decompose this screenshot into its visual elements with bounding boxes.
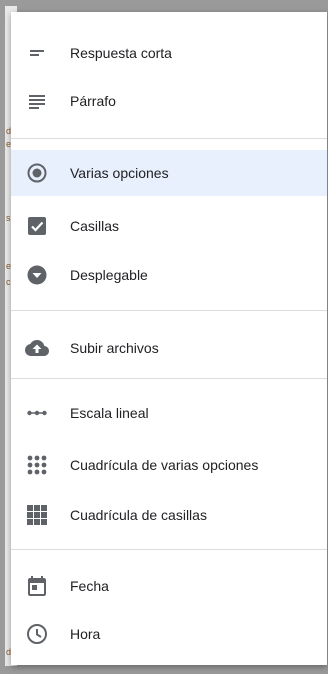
paragraph-icon <box>25 89 49 113</box>
divider <box>11 549 327 550</box>
background-fragment: s <box>6 213 11 223</box>
menu-item-label: Subir archivos <box>70 340 159 356</box>
background-fragment: c <box>6 277 11 287</box>
menu-item-paragraph[interactable]: Párrafo <box>11 78 327 124</box>
menu-item-label: Párrafo <box>70 93 116 109</box>
checkbox-icon <box>25 214 49 238</box>
question-type-menu: Respuesta corta Párrafo Varias opciones … <box>11 12 327 665</box>
menu-item-label: Hora <box>70 626 101 642</box>
short-answer-icon <box>25 41 49 65</box>
menu-item-label: Cuadrícula de casillas <box>70 507 207 523</box>
dots-grid-icon <box>25 453 49 477</box>
divider <box>11 378 327 379</box>
menu-item-checkbox-grid[interactable]: Cuadrícula de casillas <box>11 492 327 538</box>
calendar-icon <box>25 574 49 598</box>
menu-item-label: Cuadrícula de varias opciones <box>70 457 259 473</box>
menu-item-label: Desplegable <box>70 267 148 283</box>
menu-item-label: Respuesta corta <box>70 45 172 61</box>
menu-item-multiple-choice[interactable]: Varias opciones <box>11 150 327 196</box>
menu-item-linear-scale[interactable]: Escala lineal <box>11 390 327 436</box>
menu-item-label: Escala lineal <box>70 405 149 421</box>
menu-item-checkboxes[interactable]: Casillas <box>11 203 327 249</box>
divider <box>11 138 327 139</box>
menu-item-label: Varias opciones <box>70 165 169 181</box>
menu-item-short-answer[interactable]: Respuesta corta <box>11 30 327 76</box>
divider <box>11 310 327 311</box>
clock-icon <box>25 622 49 646</box>
menu-item-date[interactable]: Fecha <box>11 563 327 609</box>
linear-scale-icon <box>25 401 49 425</box>
menu-item-file-upload[interactable]: Subir archivos <box>11 325 327 371</box>
radio-button-icon <box>25 161 49 185</box>
menu-item-label: Fecha <box>70 578 109 594</box>
checkbox-grid-icon <box>25 503 49 527</box>
menu-item-label: Casillas <box>70 218 120 234</box>
dropdown-icon <box>25 263 49 287</box>
menu-item-dropdown[interactable]: Desplegable <box>11 252 327 298</box>
screenshot-frame: d e s e c d Respuesta corta Párrafo Vari… <box>0 0 328 674</box>
menu-item-time[interactable]: Hora <box>11 611 327 657</box>
cloud-upload-icon <box>25 336 49 360</box>
menu-item-multiple-choice-grid[interactable]: Cuadrícula de varias opciones <box>11 442 327 488</box>
